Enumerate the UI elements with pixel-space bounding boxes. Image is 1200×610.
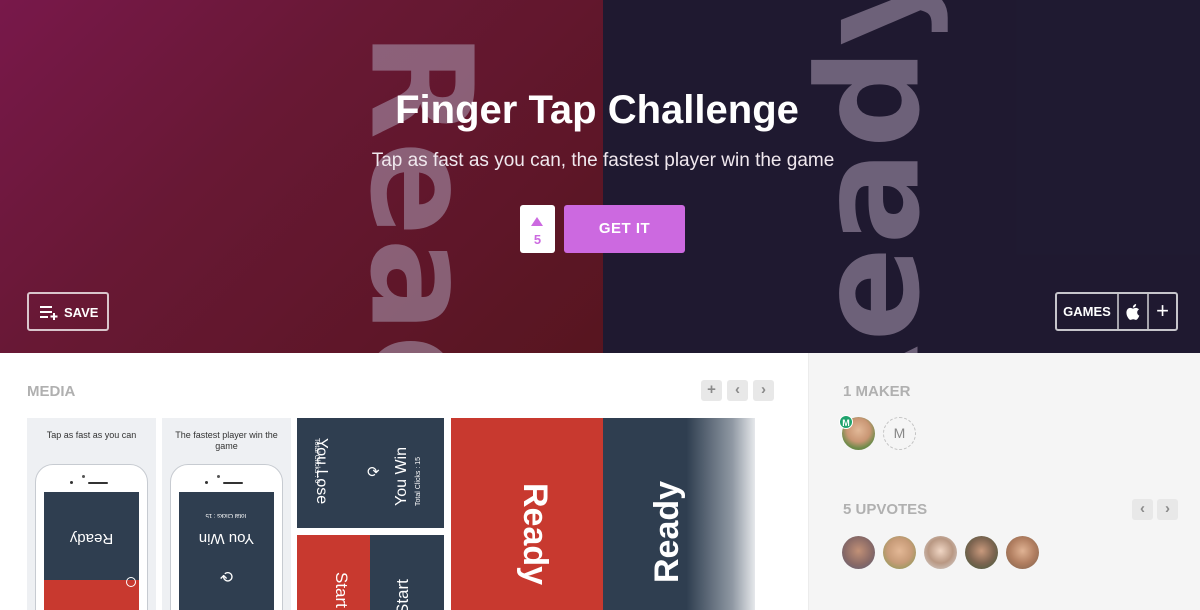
phone-screen: Total Clicks : 15 You Win ⟳ [179, 492, 274, 610]
media-thumb[interactable]: Ready Ready [451, 418, 755, 610]
phone-screen: Ready [44, 492, 139, 610]
screen-red-zone [44, 580, 139, 610]
save-label: SAVE [64, 305, 99, 320]
games-category-button[interactable]: GAMES [1057, 294, 1119, 329]
product-title: Finger Tap Challenge [395, 88, 799, 132]
media-thumb[interactable]: The fastest player win the game Total Cl… [162, 418, 291, 610]
apple-platform-button[interactable] [1119, 294, 1149, 329]
upvoter-avatar[interactable] [842, 536, 875, 569]
upvotes-title: 5 UPVOTES [843, 501, 928, 518]
thumb-sub-win: Total Clicks : 15 [415, 456, 422, 506]
upvotes-prev-button[interactable]: ‹ [1132, 499, 1153, 520]
upvoter-avatar[interactable] [1006, 536, 1039, 569]
screen-text: You Win [198, 530, 255, 547]
media-thumb[interactable]: Tap as fast as you can Ready [27, 418, 156, 610]
phone-mockup: Total Clicks : 15 You Win ⟳ [170, 464, 283, 610]
hero-overlay [0, 0, 1200, 353]
thumb-start-left: Start [332, 572, 351, 608]
thumb-sub-lose: Total Clicks : 0 [313, 438, 320, 484]
thumb-title-win: You Win [393, 447, 410, 506]
replay-icon: ⟳ [219, 567, 234, 584]
hero-banner: Ready Ready Finger Tap Challenge Tap as … [0, 0, 1200, 353]
sidebar: 1 MAKER M M 5 UPVOTES ‹ › [808, 353, 1200, 610]
screen-text: Ready [69, 530, 114, 547]
media-next-button[interactable]: › [753, 380, 774, 401]
upvoter-avatar[interactable] [883, 536, 916, 569]
upvoter-avatar[interactable] [924, 536, 957, 569]
product-tagline: Tap as fast as you can, the fastest play… [371, 150, 835, 171]
add-media-button[interactable]: + [701, 380, 722, 401]
upvotes-next-button[interactable]: › [1157, 499, 1178, 520]
media-thumb-caption: Tap as fast as you can [46, 430, 137, 440]
upvoter-avatar[interactable] [965, 536, 998, 569]
playlist-add-icon [40, 306, 58, 320]
thumb-start-right: Start [393, 579, 412, 610]
screen-menu-icon [126, 577, 136, 587]
replay-icon: ⟳ [367, 464, 380, 481]
media-thumb-caption: The fastest player win the game [175, 430, 278, 451]
get-it-button[interactable]: GET IT [564, 205, 685, 253]
media-prev-button[interactable]: ‹ [727, 380, 748, 401]
phone-mockup: Ready [35, 464, 148, 610]
thumb-ready-right: Ready [648, 480, 686, 583]
screen-subtext: Total Clicks : 15 [205, 512, 248, 518]
maker-badge: M [839, 415, 853, 429]
upvote-count: 5 [533, 232, 542, 247]
upvote-arrow-icon [531, 217, 543, 226]
add-maker-avatar[interactable]: M [883, 417, 916, 450]
thumb-ready-left: Ready [516, 483, 554, 586]
media-thumb[interactable]: You Lose Total Clicks : 0 ⟳ You Win Tota… [297, 418, 444, 528]
save-button[interactable]: SAVE [27, 292, 109, 331]
makers-title: 1 MAKER [843, 383, 911, 400]
upvote-button[interactable]: 5 [520, 205, 555, 253]
media-section-title: MEDIA [27, 383, 76, 400]
platform-group: GAMES + [1055, 292, 1178, 331]
apple-icon [1126, 304, 1140, 320]
add-platform-button[interactable]: + [1149, 294, 1176, 329]
media-thumb[interactable]: Start Start [297, 535, 444, 610]
